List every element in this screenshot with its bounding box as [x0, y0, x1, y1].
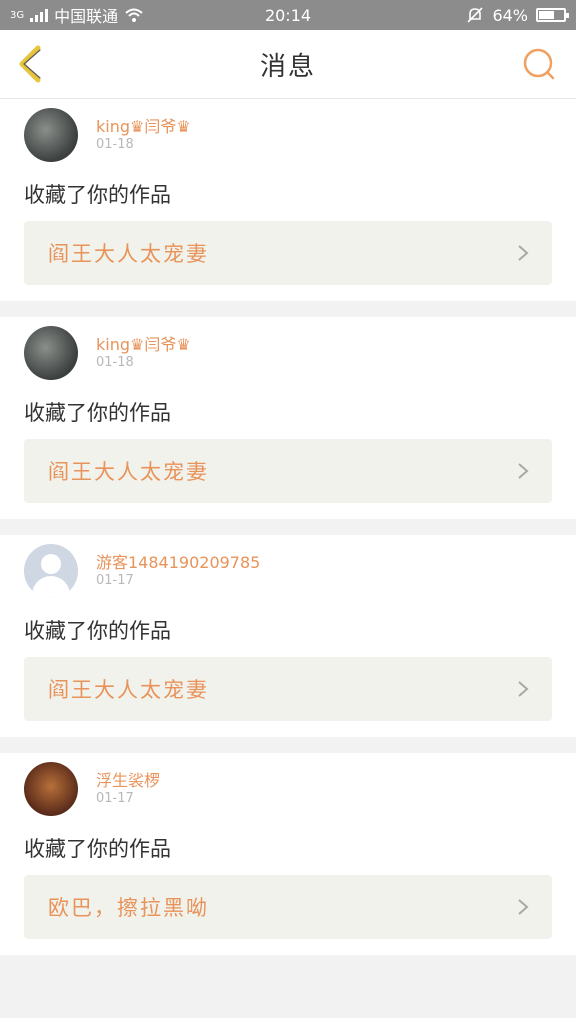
work-link[interactable]: 阎王大人太宠妻 — [24, 439, 552, 503]
page-title: 消息 — [259, 51, 316, 82]
username[interactable]: king♛闫爷♛ — [96, 113, 191, 137]
message-card: king♛闫爷♛ 01-18 收藏了你的作品 阎王大人太宠妻 — [0, 317, 576, 519]
message-date: 01-17 — [96, 791, 134, 806]
username[interactable]: 游客1484190209785 — [96, 549, 260, 573]
work-title: 欧巴，擦拉黑呦 — [48, 896, 209, 920]
work-link[interactable]: 欧巴，擦拉黑呦 — [24, 875, 552, 939]
back-button[interactable] — [12, 42, 56, 86]
status-bar: 3G 中国联通 20:14 64% — [0, 0, 576, 30]
mute-bell-icon — [467, 7, 484, 23]
search-icon — [523, 48, 553, 78]
status-left: 3G 中国联通 — [10, 3, 144, 27]
avatar[interactable] — [24, 326, 78, 380]
status-right: 64% — [466, 5, 569, 25]
work-title: 阎王大人太宠妻 — [48, 678, 209, 702]
signal-icon — [30, 8, 49, 22]
message-date: 01-18 — [96, 355, 134, 370]
message-date: 01-18 — [96, 137, 134, 152]
clock: 20:14 — [264, 5, 312, 25]
action-text: 收藏了你的作品 — [24, 837, 171, 861]
next-card-edge — [0, 1018, 576, 1024]
username[interactable]: 浮生裟椤 — [96, 767, 160, 791]
work-title: 阎王大人太宠妻 — [48, 242, 209, 266]
work-link[interactable]: 阎王大人太宠妻 — [24, 657, 552, 721]
chevron-right-icon — [518, 463, 529, 479]
battery-icon — [536, 8, 569, 22]
network-type: 3G — [10, 9, 25, 21]
nav-header: 消息 — [0, 30, 576, 99]
work-title: 阎王大人太宠妻 — [48, 460, 209, 484]
avatar[interactable] — [24, 544, 78, 598]
chevron-right-icon — [518, 681, 529, 697]
avatar[interactable] — [24, 108, 78, 162]
action-text: 收藏了你的作品 — [24, 183, 171, 207]
message-list: king♛闫爷♛ 01-18 收藏了你的作品 阎王大人太宠妻 king♛闫爷♛ … — [0, 99, 576, 971]
message-card: 浮生裟椤 01-17 收藏了你的作品 欧巴，擦拉黑呦 — [0, 753, 576, 955]
chevron-right-icon — [518, 899, 529, 915]
message-card: 游客1484190209785 01-17 收藏了你的作品 阎王大人太宠妻 — [0, 535, 576, 737]
carrier-name: 中国联通 — [54, 7, 119, 26]
chevron-right-icon — [518, 245, 529, 261]
avatar[interactable] — [24, 762, 78, 816]
username[interactable]: king♛闫爷♛ — [96, 331, 191, 355]
battery-percent: 64% — [492, 5, 528, 25]
message-date: 01-17 — [96, 573, 134, 588]
wifi-icon — [125, 8, 143, 22]
action-text: 收藏了你的作品 — [24, 401, 171, 425]
message-card: king♛闫爷♛ 01-18 收藏了你的作品 阎王大人太宠妻 — [0, 99, 576, 301]
search-button[interactable] — [520, 45, 558, 83]
action-text: 收藏了你的作品 — [24, 619, 171, 643]
work-link[interactable]: 阎王大人太宠妻 — [24, 221, 552, 285]
